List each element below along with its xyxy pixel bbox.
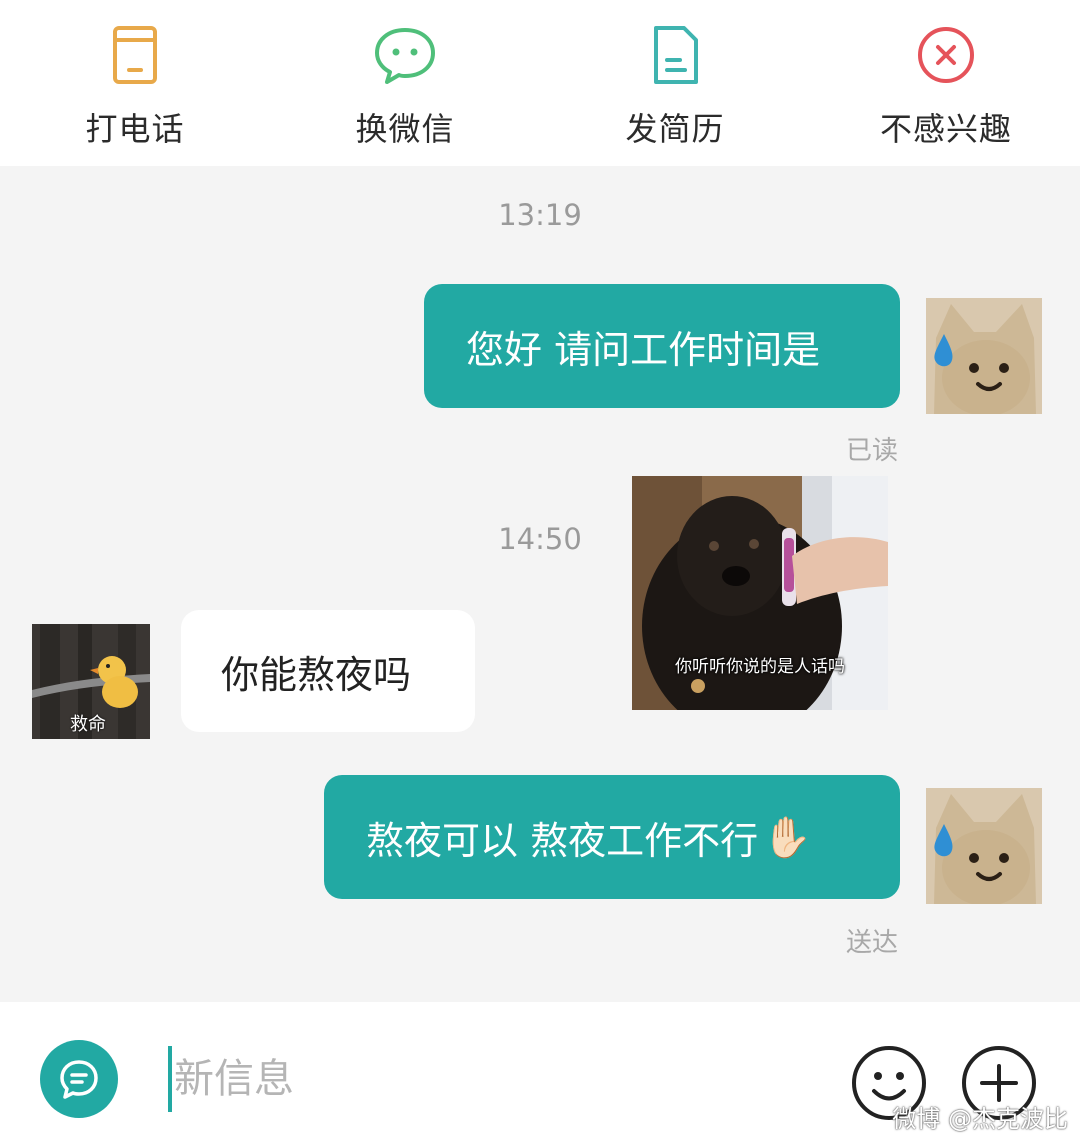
message-text: 您好 请问工作时间是 xyxy=(466,327,821,372)
raised-hand-emoji: ✋🏻 xyxy=(762,814,812,861)
resume-action-button[interactable]: 发简历 xyxy=(575,20,775,150)
message-text: 熬夜可以 熬夜工作不行 xyxy=(366,818,759,863)
text-cursor xyxy=(168,1046,172,1112)
quick-reply-button[interactable] xyxy=(40,1040,118,1118)
cat-avatar-icon xyxy=(926,788,1042,904)
avatar-caption: 救命 xyxy=(70,714,106,735)
delivered-status: 送达 xyxy=(846,928,899,958)
input-bar: 微博 @杰克波比 xyxy=(0,1002,1080,1144)
outgoing-message-bubble[interactable]: 熬夜可以 熬夜工作不行 ✋🏻 xyxy=(324,775,900,899)
call-action-button[interactable]: 打电话 xyxy=(35,20,235,150)
not-interested-action-label: 不感兴趣 xyxy=(879,110,1012,148)
resume-action-label: 发简历 xyxy=(625,110,725,148)
my-avatar[interactable] xyxy=(926,788,1042,904)
my-avatar[interactable] xyxy=(926,298,1042,414)
chat-area[interactable]: 13:19 您好 请问工作时间是 已读 14:50 你听听你说的是人话吗 救命 … xyxy=(0,166,1080,1002)
timestamp: 13:19 xyxy=(498,198,582,232)
chat-bubble-icon xyxy=(60,1060,98,1099)
cat-avatar-icon xyxy=(926,298,1042,414)
wechat-icon xyxy=(375,28,435,84)
read-status: 已读 xyxy=(846,436,899,466)
contact-avatar[interactable]: 救命 xyxy=(32,624,150,739)
close-circle-icon xyxy=(918,27,974,83)
watermark: 微博 @杰克波比 xyxy=(892,1105,1068,1133)
action-bar: 打电话 换微信 发简历 不感兴趣 xyxy=(0,0,1080,166)
wechat-action-button[interactable]: 换微信 xyxy=(305,20,505,150)
message-input[interactable] xyxy=(174,1046,814,1112)
meme-image[interactable]: 你听听你说的是人话吗 xyxy=(632,476,888,710)
call-action-label: 打电话 xyxy=(85,110,185,148)
wechat-action-label: 换微信 xyxy=(355,110,455,148)
timestamp: 14:50 xyxy=(498,522,582,556)
resume-icon xyxy=(654,26,698,84)
meme-caption: 你听听你说的是人话吗 xyxy=(675,657,845,677)
incoming-message-bubble[interactable]: 你能熬夜吗 xyxy=(181,610,475,732)
message-text: 你能熬夜吗 xyxy=(221,652,412,697)
not-interested-action-button[interactable]: 不感兴趣 xyxy=(846,20,1046,150)
phone-icon xyxy=(113,26,157,84)
outgoing-message-bubble[interactable]: 您好 请问工作时间是 xyxy=(424,284,900,408)
